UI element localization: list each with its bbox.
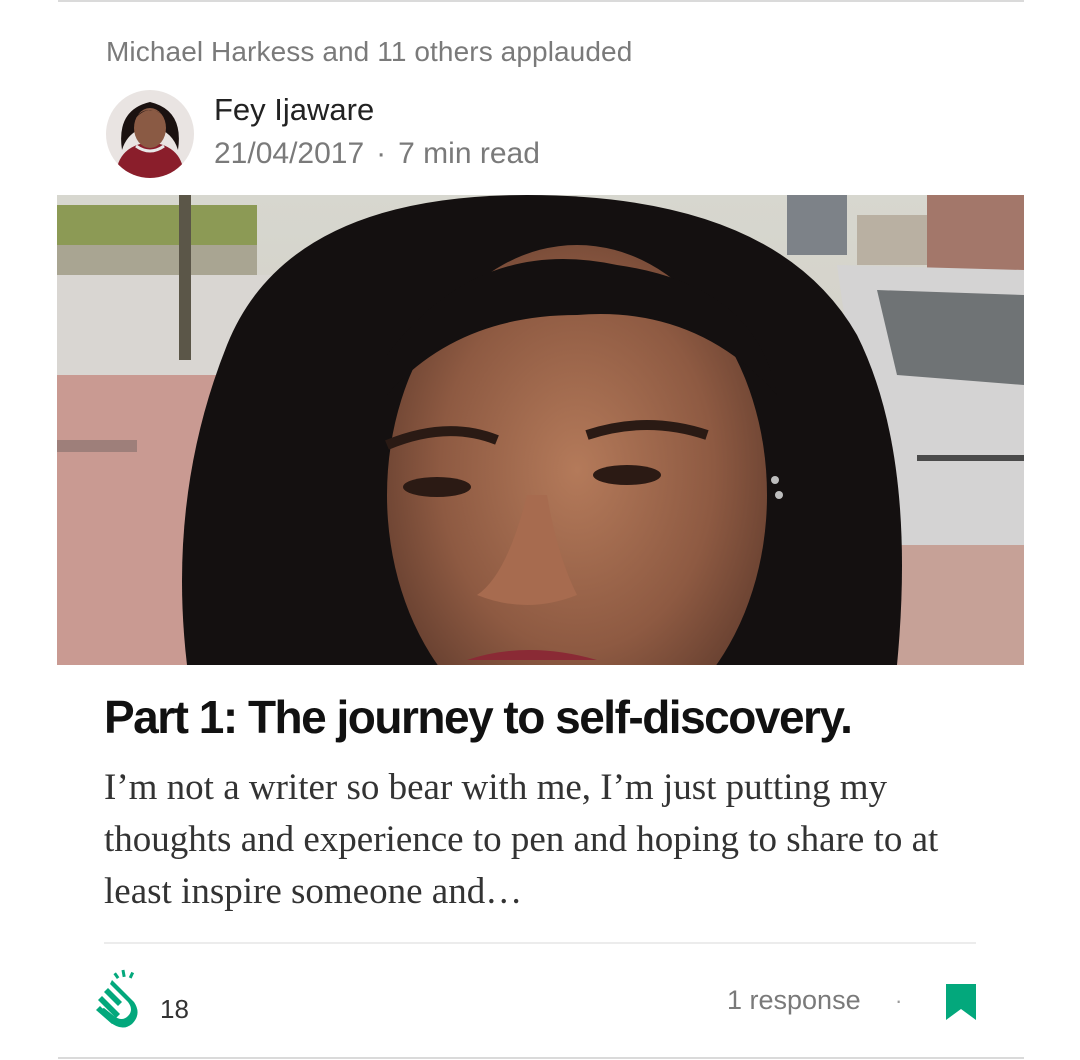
clap-count: 18 xyxy=(160,994,189,1024)
read-time: 7 min read xyxy=(398,137,540,170)
post-meta: 21/04/2017 · 7 min read xyxy=(214,137,540,171)
article-hero-image[interactable] xyxy=(57,195,1024,665)
responses-link[interactable]: 1 response xyxy=(727,985,861,1016)
meta-separator: · xyxy=(376,137,387,170)
article-excerpt[interactable]: I’m not a writer so bear with me, I’m ju… xyxy=(104,762,984,918)
bottom-divider xyxy=(58,1057,1024,1059)
applauded-by-text[interactable]: Michael Harkess and 11 others applauded xyxy=(106,36,632,68)
footer-divider xyxy=(104,942,976,944)
article-title[interactable]: Part 1: The journey to self-discovery. xyxy=(104,690,853,744)
footer-separator: · xyxy=(895,988,903,1013)
author-name[interactable]: Fey Ijaware xyxy=(214,92,374,128)
bookmark-icon xyxy=(946,984,976,1020)
clap-icon xyxy=(96,969,138,1028)
top-divider xyxy=(58,0,1024,2)
post-date: 21/04/2017 xyxy=(214,137,365,170)
bookmark-button[interactable] xyxy=(944,982,978,1022)
clap-button[interactable] xyxy=(88,966,154,1032)
author-avatar[interactable] xyxy=(106,90,194,178)
